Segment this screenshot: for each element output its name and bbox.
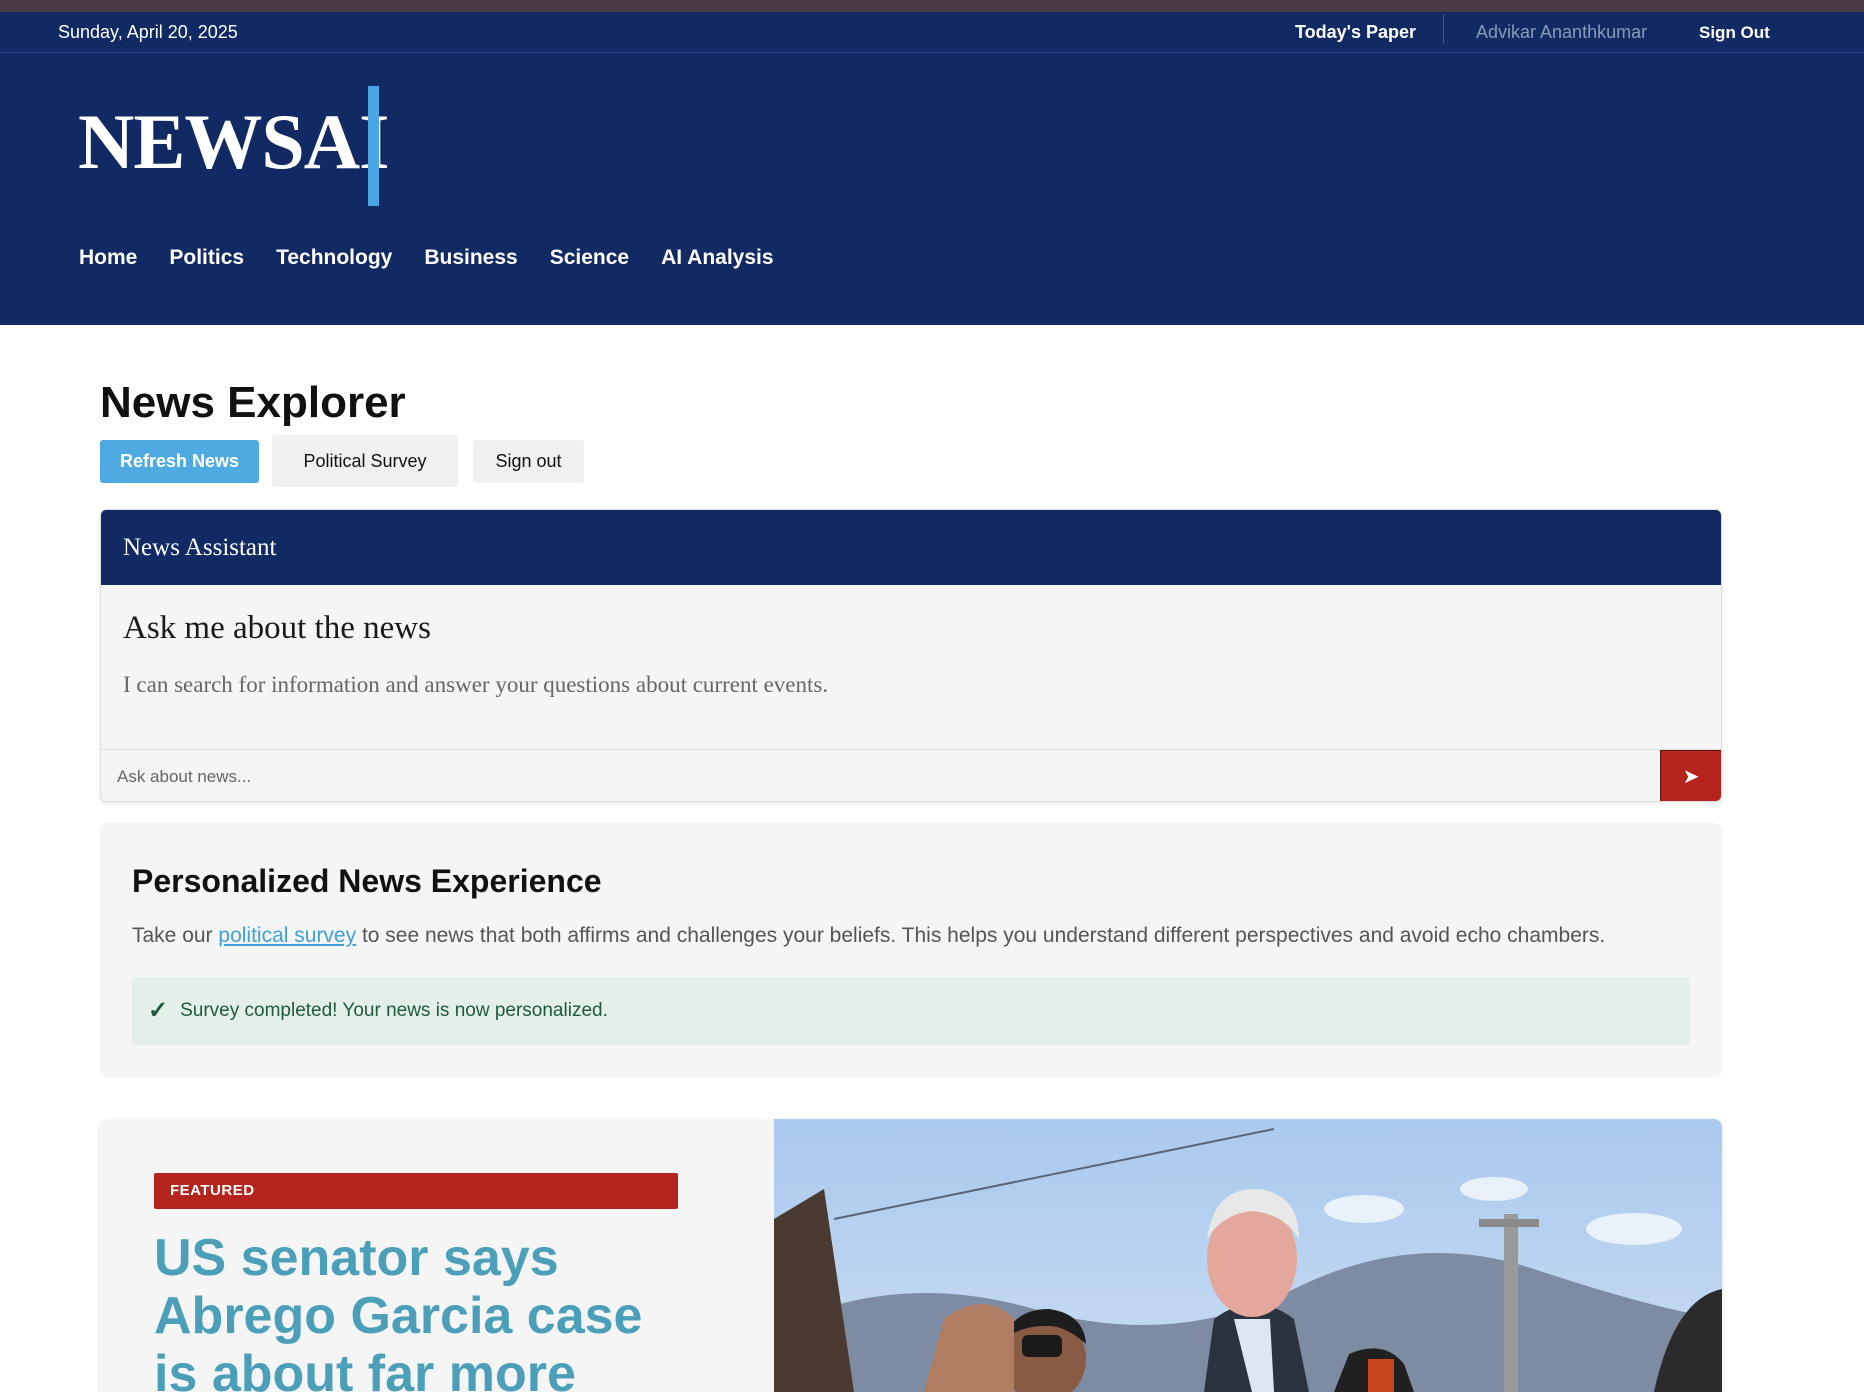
nav-item-home[interactable]: Home [79, 246, 137, 270]
page-title: News Explorer [100, 378, 406, 427]
topbar-divider [1443, 14, 1444, 44]
site-logo[interactable]: NEWSAI [78, 103, 389, 181]
featured-photo-illustration [774, 1119, 1722, 1392]
assistant-heading: Ask me about the news [123, 610, 431, 646]
personalized-text-before: Take our [132, 924, 219, 947]
current-date: Sunday, April 20, 2025 [58, 22, 238, 42]
site-header: NEWSAI Home Politics Technology Business… [0, 53, 1864, 325]
assistant-input-row: ➤ [101, 749, 1721, 801]
refresh-news-button[interactable]: Refresh News [100, 440, 259, 483]
featured-badge: FEATURED [154, 1173, 678, 1209]
personalized-text-after: to see news that both affirms and challe… [356, 924, 1606, 947]
personalized-title: Personalized News Experience [132, 863, 602, 899]
user-name[interactable]: Advikar Ananthkumar [1476, 12, 1647, 53]
checkmark-icon: ✓ [148, 997, 169, 1024]
political-survey-link[interactable]: political survey [218, 924, 356, 947]
featured-article-card[interactable]: FEATURED US senator says Abrego Garcia c… [100, 1119, 1722, 1392]
featured-article-photo[interactable] [774, 1119, 1722, 1392]
featured-headline[interactable]: US senator says Abrego Garcia case is ab… [154, 1229, 694, 1392]
ask-news-input[interactable] [101, 750, 1661, 801]
news-assistant-panel: News Assistant Ask me about the news I c… [100, 509, 1722, 802]
top-accent-strip [0, 0, 1864, 12]
todays-paper-link[interactable]: Today's Paper [1295, 12, 1416, 53]
assistant-description: I can search for information and answer … [123, 672, 829, 697]
logo-accent-bar [368, 86, 379, 206]
political-survey-button[interactable]: Political Survey [272, 435, 458, 487]
send-button[interactable]: ➤ [1660, 750, 1721, 801]
assistant-header: News Assistant [101, 510, 1721, 585]
nav-item-science[interactable]: Science [550, 246, 629, 270]
main-nav: Home Politics Technology Business Scienc… [79, 246, 774, 270]
personalized-description: Take our political survey to see news th… [132, 924, 1605, 948]
nav-item-business[interactable]: Business [424, 246, 517, 270]
nav-item-ai-analysis[interactable]: AI Analysis [661, 246, 773, 270]
send-arrow-icon: ➤ [1682, 765, 1700, 788]
nav-item-technology[interactable]: Technology [276, 246, 392, 270]
survey-status-text: Survey completed! Your news is now perso… [180, 1000, 608, 1021]
personalized-news-card: Personalized News Experience Take our po… [100, 823, 1722, 1077]
nav-item-politics[interactable]: Politics [169, 246, 244, 270]
survey-complete-banner: ✓ Survey completed! Your news is now per… [132, 977, 1690, 1045]
top-bar: Sunday, April 20, 2025 Today's Paper Adv… [0, 12, 1864, 53]
topbar-sign-out-link[interactable]: Sign Out [1699, 12, 1770, 53]
sign-out-button[interactable]: Sign out [473, 440, 584, 483]
